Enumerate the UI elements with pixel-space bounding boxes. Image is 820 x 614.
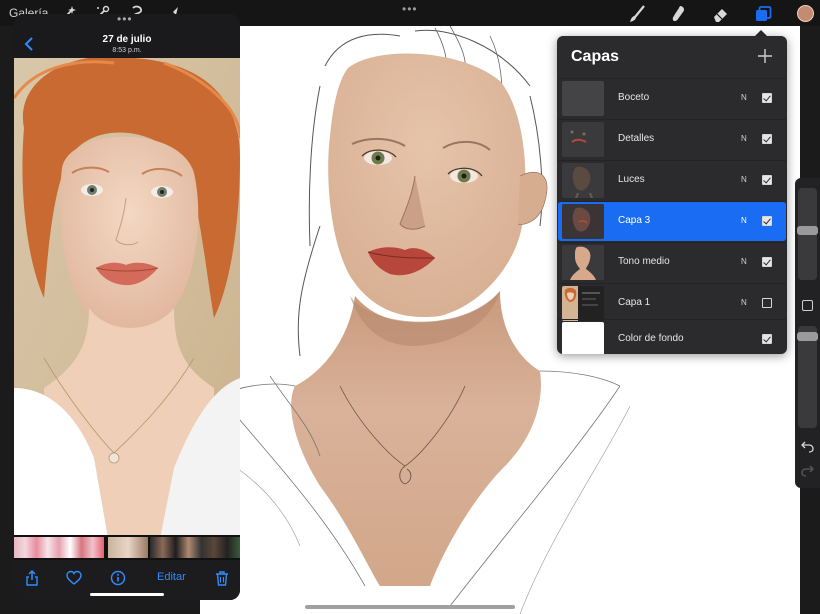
thumbnail-portrait[interactable]: [108, 537, 148, 558]
brush-size-slider[interactable]: [797, 188, 818, 280]
layer-thumbnail: [562, 81, 604, 116]
eraser-icon[interactable]: [711, 4, 731, 24]
layer-thumbnail: [562, 286, 604, 321]
layer-visibility-checkbox[interactable]: [762, 257, 772, 267]
trash-icon[interactable]: [214, 570, 230, 586]
reference-photo[interactable]: [14, 58, 240, 544]
heart-icon[interactable]: [66, 570, 82, 586]
layer-blend-mode[interactable]: N: [741, 175, 747, 184]
layer-name: Luces: [618, 174, 645, 185]
brush-icon[interactable]: [627, 4, 647, 24]
layer-name: Boceto: [618, 92, 650, 103]
layer-blend-mode[interactable]: N: [741, 298, 747, 307]
layer-row-detalles[interactable]: Detalles N: [558, 119, 786, 159]
undo-icon[interactable]: [801, 440, 814, 453]
layer-blend-mode[interactable]: N: [741, 257, 747, 266]
photo-home-indicator: [90, 593, 164, 596]
layer-name: Capa 1: [618, 297, 651, 308]
layer-row-boceto[interactable]: Boceto N: [558, 78, 786, 118]
layer-visibility-checkbox[interactable]: [762, 134, 772, 144]
layer-thumbnail: [562, 322, 604, 354]
layer-name: Capa 3: [618, 215, 651, 226]
color-swatch[interactable]: [797, 5, 814, 22]
add-layer-icon[interactable]: [757, 48, 773, 64]
layer-visibility-checkbox[interactable]: [762, 93, 772, 103]
right-sidebar: [795, 178, 820, 488]
opacity-slider[interactable]: [797, 326, 818, 428]
smudge-icon[interactable]: [669, 4, 689, 24]
edit-button[interactable]: Editar: [157, 571, 186, 583]
thumbnail-strip[interactable]: [14, 535, 240, 560]
photo-viewer-panel: ••• 27 de julio 8:53 p.m. Editar: [14, 14, 240, 600]
layer-thumbnail: [562, 163, 604, 198]
layers-panel: Capas Boceto N Detalles N Luces N Capa 3…: [557, 36, 787, 354]
layer-visibility-checkbox[interactable]: [762, 216, 772, 226]
thumbnail-group-dark[interactable]: [150, 537, 240, 558]
top-multitask-dots[interactable]: •••: [402, 2, 418, 16]
layer-visibility-checkbox[interactable]: [762, 298, 772, 308]
layer-row-luces[interactable]: Luces N: [558, 160, 786, 200]
layer-row-color-de-fondo[interactable]: Color de fondo: [558, 319, 786, 354]
layer-name: Tono medio: [618, 256, 670, 267]
layer-blend-mode[interactable]: N: [741, 216, 747, 225]
info-icon[interactable]: [110, 570, 126, 586]
layer-row-capa-3[interactable]: Capa 3 N: [558, 201, 786, 241]
share-icon[interactable]: [24, 570, 40, 586]
layer-row-tono-medio[interactable]: Tono medio N: [558, 242, 786, 282]
layer-thumbnail: [562, 245, 604, 280]
photo-date: 27 de julio: [102, 34, 152, 45]
photo-multitask-dots[interactable]: •••: [117, 14, 133, 26]
thumbnail-group-pink[interactable]: [14, 537, 104, 558]
layer-visibility-checkbox[interactable]: [762, 334, 772, 344]
layer-visibility-checkbox[interactable]: [762, 175, 772, 185]
layer-name: Detalles: [618, 133, 655, 144]
layer-name: Color de fondo: [618, 333, 684, 344]
layer-thumbnail: [562, 204, 604, 239]
redo-icon[interactable]: [801, 464, 814, 477]
layer-blend-mode[interactable]: N: [741, 134, 747, 143]
layer-row-capa-1[interactable]: Capa 1 N: [558, 283, 786, 323]
layer-blend-mode[interactable]: N: [741, 93, 747, 102]
opacity-knob[interactable]: [797, 332, 818, 341]
brush-size-knob[interactable]: [797, 226, 818, 235]
home-indicator: [305, 605, 515, 609]
layers-title: Capas: [571, 48, 620, 65]
modify-button[interactable]: [802, 300, 813, 311]
layer-thumbnail: [562, 122, 604, 157]
photo-time: 8:53 p.m.: [112, 47, 142, 54]
layers-icon[interactable]: [753, 4, 773, 24]
